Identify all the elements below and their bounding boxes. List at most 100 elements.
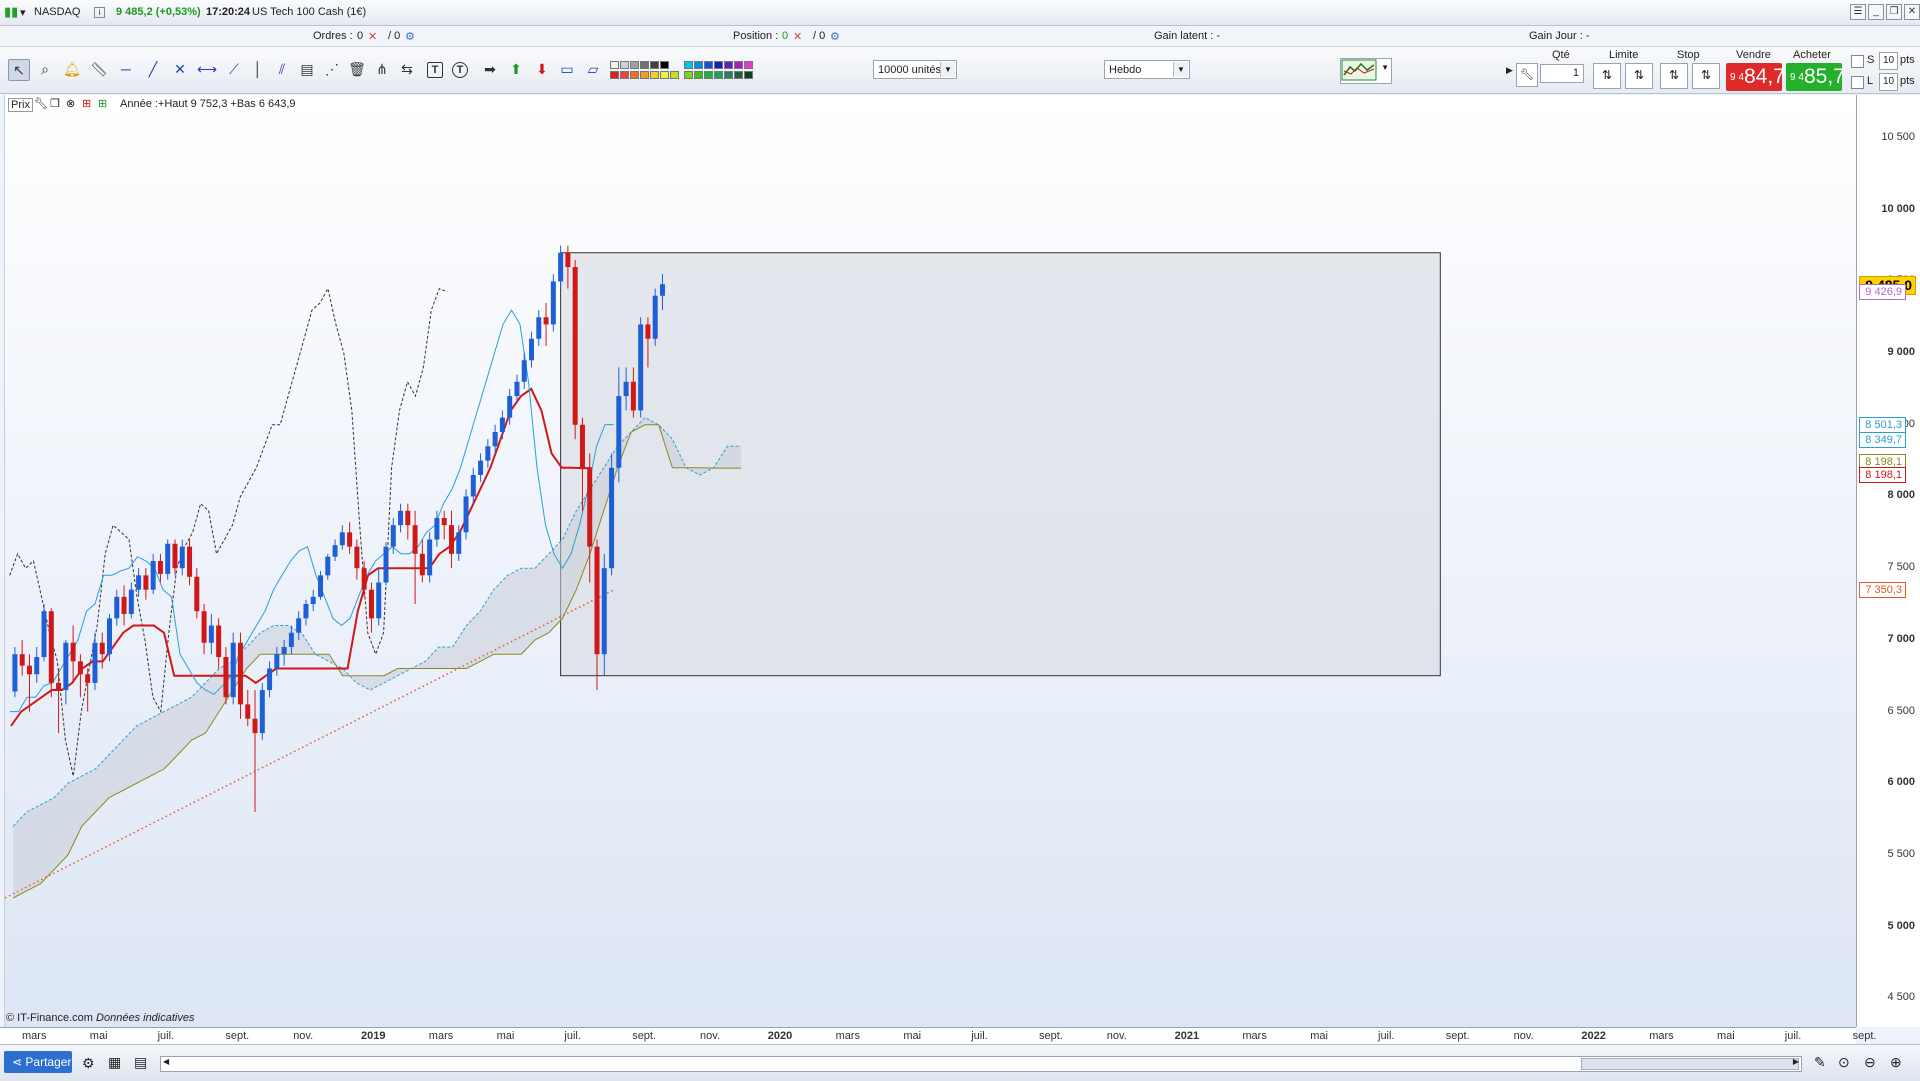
color-swatch-icon[interactable]	[694, 61, 703, 69]
stop-checkbox[interactable]	[1851, 55, 1864, 68]
channel-icon[interactable]: ⫽	[272, 59, 292, 79]
color-swatch-icon[interactable]	[714, 71, 723, 79]
horizontal-scrollbar[interactable]: ◀ ▶	[160, 1056, 1802, 1072]
color-swatch-icon[interactable]	[734, 71, 743, 79]
trash-icon[interactable]: 🗑︎	[347, 59, 367, 79]
chart-type-icon[interactable]: ▮▮	[4, 4, 18, 20]
color-swatch-icon[interactable]	[630, 71, 639, 79]
close-circle-icon[interactable]: ⊗	[66, 97, 75, 110]
text-bubble-icon[interactable]: T	[452, 62, 468, 78]
color-swatch-icon[interactable]	[724, 61, 733, 69]
price-axis[interactable]: 10 50010 0009 5009 0008 5008 0007 5007 0…	[1856, 95, 1920, 1027]
info-icon[interactable]: i	[94, 7, 105, 18]
zoom-fit-icon[interactable]: ⊙	[1838, 1054, 1850, 1071]
color-swatch-icon[interactable]	[694, 71, 703, 79]
chevron-down-icon[interactable]: ▼	[1173, 62, 1188, 77]
arrow-up-icon[interactable]: ⬆	[506, 59, 526, 79]
scrollbar-thumb[interactable]	[1581, 1058, 1799, 1070]
limit-sell-button[interactable]: ⇅	[1625, 63, 1653, 89]
color-swatch-icon[interactable]	[660, 71, 669, 79]
color-swatch-icon[interactable]	[620, 61, 629, 69]
text-icon[interactable]: T	[427, 62, 443, 78]
pitchfork-icon[interactable]: ⋔	[372, 59, 392, 79]
color-swatch-icon[interactable]	[704, 71, 713, 79]
trend-line-icon[interactable]: ╱	[143, 59, 163, 79]
stop-sell-button[interactable]: ⇅	[1692, 63, 1720, 89]
color-swatch-icon[interactable]	[734, 61, 743, 69]
share-button[interactable]: ⋖ Partager	[4, 1051, 72, 1073]
chevron-down-icon[interactable]: ▼	[1381, 63, 1389, 72]
color-swatch-icon[interactable]	[640, 71, 649, 79]
limit-checkbox[interactable]	[1851, 76, 1864, 89]
segment-icon[interactable]: ⟷	[197, 59, 217, 79]
color-swatch-icon[interactable]	[744, 71, 753, 79]
horizontal-line-icon[interactable]: ─	[116, 59, 136, 79]
color-swatch-icon[interactable]	[724, 71, 733, 79]
expand-icon[interactable]: ▶	[1506, 65, 1513, 76]
menu-icon[interactable]: ☰	[1850, 4, 1866, 20]
position-count[interactable]: 0	[782, 30, 788, 42]
zoom-in-icon[interactable]: ⊕	[1890, 1054, 1902, 1071]
add-icon[interactable]: ⊞	[82, 97, 91, 110]
symbol-name[interactable]: NASDAQ	[34, 6, 80, 18]
color-swatch-icon[interactable]	[620, 71, 629, 79]
wrench-icon[interactable]: 🔧︎	[34, 97, 48, 110]
buy-button[interactable]: 9 4 85,7	[1786, 63, 1845, 91]
period-select[interactable]: Hebdo ▼	[1104, 60, 1190, 79]
window-icon[interactable]: ❐	[50, 97, 60, 110]
color-swatch-icon[interactable]	[650, 71, 659, 79]
color-swatch-icon[interactable]	[684, 71, 693, 79]
l-pts-input[interactable]: 10	[1879, 73, 1898, 91]
orders-settings-icon[interactable]: ⚙	[405, 30, 415, 43]
time-axis[interactable]: mars mai juil. sept. nov. 2019 mars mai juil. sep…	[0, 1027, 1876, 1044]
arrow-down-icon[interactable]: ⬇	[532, 59, 552, 79]
color-swatch-icon[interactable]	[714, 61, 723, 69]
ruler-icon[interactable]: 📏︎	[89, 59, 109, 79]
add-indicator-icon[interactable]: ⊞	[98, 97, 107, 110]
color-swatch-icon[interactable]	[650, 61, 659, 69]
rectangle-tool-icon[interactable]: ▭	[557, 59, 577, 79]
indicators-button[interactable]: ▼	[1340, 58, 1392, 84]
vertical-line-icon[interactable]: │	[248, 59, 268, 79]
fibonacci-icon[interactable]: ▤	[297, 59, 317, 79]
position-settings-icon[interactable]: ⚙	[830, 30, 840, 43]
prix-label[interactable]: Prix	[8, 98, 33, 112]
minimize-icon[interactable]: _	[1868, 4, 1884, 20]
restore-icon[interactable]: ❐	[1886, 4, 1902, 20]
chevron-down-icon[interactable]: ▼	[940, 62, 955, 77]
color-swatch-icon[interactable]	[610, 61, 619, 69]
color-swatch-icon[interactable]	[704, 61, 713, 69]
ellipse-tool-icon[interactable]: ▱	[583, 59, 603, 79]
fan-icon[interactable]: ⋰	[322, 59, 342, 79]
calculator-icon[interactable]: ▦	[108, 1054, 121, 1071]
scroll-right-icon[interactable]: ▶	[1793, 1057, 1799, 1066]
zoom-icon[interactable]: ⌕	[35, 59, 55, 79]
pointer-icon[interactable]: ↖	[8, 59, 30, 81]
position-cancel-icon[interactable]: ✕	[793, 30, 802, 43]
color-swatch-icon[interactable]	[744, 61, 753, 69]
units-select[interactable]: 10000 unités ▼	[873, 60, 957, 79]
color-swatch-icon[interactable]	[610, 71, 619, 79]
dropdown-icon[interactable]: ▾	[20, 6, 26, 19]
ray-icon[interactable]: ⟋	[224, 59, 244, 79]
arrow-right-icon[interactable]: ➡	[480, 59, 500, 79]
close-icon[interactable]: ✕	[1904, 4, 1920, 20]
cycle-icon[interactable]: ⇆	[397, 59, 417, 79]
alert-bell-icon[interactable]: 🔔︎	[62, 59, 82, 79]
color-swatch-icon[interactable]	[630, 61, 639, 69]
price-chart[interactable]	[5, 95, 1857, 1027]
scroll-left-icon[interactable]: ◀	[163, 1057, 169, 1066]
chart-area[interactable]	[4, 95, 1857, 1027]
color-swatch-icon[interactable]	[640, 61, 649, 69]
stop-buy-button[interactable]: ⇅	[1660, 63, 1688, 89]
qty-input[interactable]: 1	[1540, 64, 1584, 83]
wrench-icon[interactable]: 🔧︎	[1516, 63, 1538, 87]
draw-icon[interactable]: ✎	[1814, 1054, 1826, 1071]
zoom-out-icon[interactable]: ⊖	[1864, 1054, 1876, 1071]
sell-button[interactable]: 9 4 84,7	[1726, 63, 1785, 91]
color-swatch-icon[interactable]	[670, 71, 679, 79]
orders-cancel-icon[interactable]: ✕	[368, 30, 377, 43]
color-swatch-icon[interactable]	[684, 61, 693, 69]
settings-icon[interactable]: ⚙	[82, 1055, 95, 1072]
limit-buy-button[interactable]: ⇅	[1593, 63, 1621, 89]
